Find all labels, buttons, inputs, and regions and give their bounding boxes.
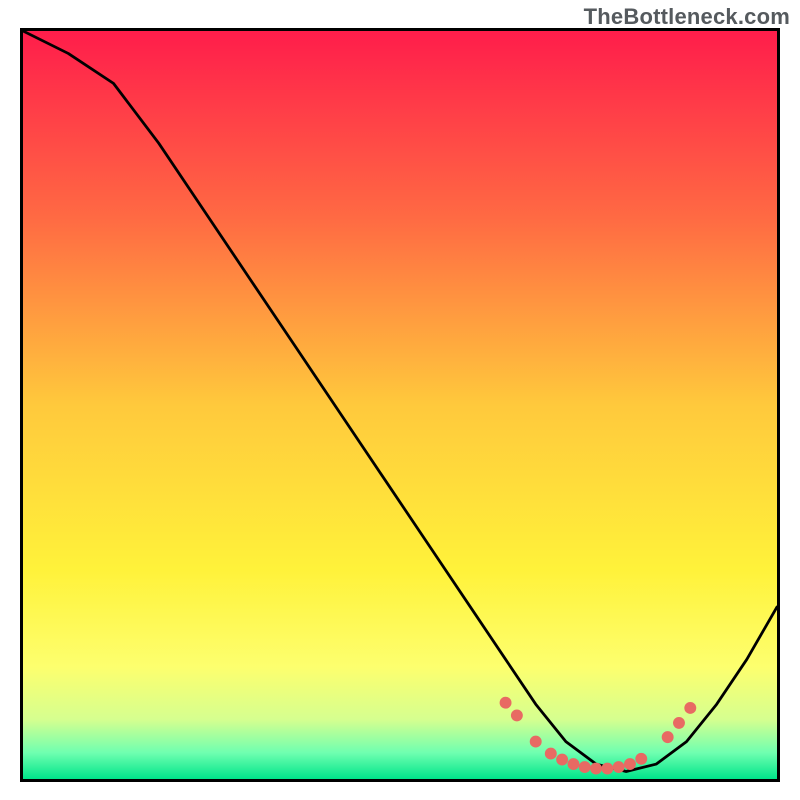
marker-dot — [545, 748, 557, 760]
marker-dot — [624, 758, 636, 770]
marker-dot — [530, 736, 542, 748]
marker-dot — [556, 754, 568, 766]
marker-dot — [635, 753, 647, 765]
marker-dot — [500, 697, 512, 709]
plot-area — [20, 28, 780, 782]
marker-dot — [601, 763, 613, 775]
marker-dot — [613, 761, 625, 773]
marker-dot — [673, 717, 685, 729]
marker-dot — [662, 731, 674, 743]
marker-dot — [511, 709, 523, 721]
marker-dot — [590, 763, 602, 775]
gradient-background — [23, 31, 777, 779]
chart-frame: TheBottleneck.com — [0, 0, 800, 800]
chart-svg — [23, 31, 777, 779]
watermark-text: TheBottleneck.com — [584, 4, 790, 30]
marker-dot — [684, 702, 696, 714]
marker-dot — [567, 758, 579, 770]
marker-dot — [579, 761, 591, 773]
